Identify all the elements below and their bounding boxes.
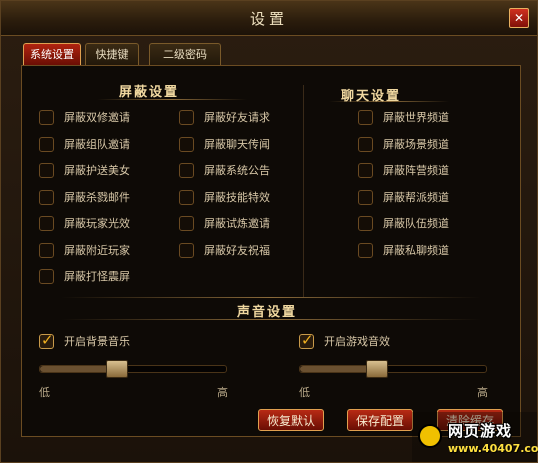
shield-option[interactable]: 屏蔽玩家光效 [39, 215, 179, 235]
sound-settings-heading: 声音设置 [237, 305, 298, 320]
chat-channel-checkbox[interactable] [358, 216, 373, 231]
shield-checkbox[interactable] [179, 136, 194, 152]
shield-option[interactable]: 屏蔽好友祝福 [179, 242, 319, 262]
shield-option[interactable]: 屏蔽组队邀请 [39, 136, 179, 156]
chat-channel-checkbox[interactable] [358, 110, 373, 125]
shield-checkbox[interactable] [179, 110, 194, 125]
bgm-volume-fill [40, 366, 117, 372]
shield-label: 屏蔽护送美女 [64, 164, 130, 177]
shield-label: 屏蔽好友祝福 [204, 243, 270, 257]
sfx-label: 开启游戏音效 [324, 335, 390, 348]
shield-label: 屏蔽好友请求 [204, 111, 270, 124]
chat-channel-option[interactable]: 屏蔽私聊频道 [358, 242, 498, 262]
divider-line [61, 297, 481, 298]
shield-option[interactable]: 屏蔽双修邀请 [39, 109, 179, 129]
shield-option[interactable]: 屏蔽打怪震屏 [39, 268, 179, 288]
chat-channel-label: 屏蔽阵营频道 [383, 164, 449, 177]
shield-checkbox[interactable] [39, 110, 54, 125]
shield-option[interactable]: 屏蔽试炼邀请 [179, 215, 319, 235]
shield-checkbox[interactable] [179, 189, 194, 205]
bgm-high-label: 高 [217, 386, 228, 399]
bgm-toggle[interactable]: 开启背景音乐 [39, 331, 179, 353]
tab-secondary-password[interactable]: 二级密码 [149, 43, 221, 65]
bgm-volume-slider[interactable] [39, 360, 227, 378]
window-title: 设置 [249, 10, 288, 28]
sfx-volume-thumb[interactable] [366, 360, 389, 378]
shield-settings-heading: 屏蔽设置 [119, 85, 180, 100]
tab-system-settings[interactable]: 系统设置 [23, 43, 81, 65]
chat-channel-label: 屏蔽帮派频道 [383, 190, 449, 204]
shield-label: 屏蔽杀戮邮件 [64, 190, 130, 204]
chat-channel-checkbox[interactable] [358, 189, 373, 205]
title-bar: 设置 ✕ [1, 1, 537, 36]
shield-option[interactable]: 屏蔽系统公告 [179, 162, 319, 182]
sfx-toggle[interactable]: 开启游戏音效 [299, 331, 439, 353]
divider-line [61, 319, 481, 320]
chat-channel-option[interactable]: 屏蔽帮派频道 [358, 189, 498, 209]
shield-option[interactable]: 屏蔽聊天传闻 [179, 136, 319, 156]
chat-settings-heading: 聊天设置 [341, 89, 402, 104]
shield-checkbox[interactable] [179, 163, 194, 178]
watermark-url: www.40407.com [448, 442, 538, 455]
chat-channel-option[interactable]: 屏蔽世界频道 [358, 109, 498, 129]
shield-checkbox[interactable] [39, 216, 54, 231]
sfx-volume-fill [300, 366, 377, 372]
sfx-low-label: 低 [299, 386, 310, 399]
shield-label: 屏蔽玩家光效 [64, 217, 130, 230]
shield-label: 屏蔽组队邀请 [64, 137, 130, 151]
shield-label: 屏蔽聊天传闻 [204, 137, 270, 151]
bgm-volume-thumb[interactable] [106, 360, 129, 378]
chat-channel-label: 屏蔽私聊频道 [383, 243, 449, 257]
shield-label: 屏蔽双修邀请 [64, 111, 130, 124]
shield-checkbox[interactable] [39, 269, 54, 284]
site-watermark: 网页游戏 www.40407.com [412, 412, 538, 462]
chat-channel-checkbox[interactable] [358, 242, 373, 258]
shield-option[interactable]: 屏蔽附近玩家 [39, 242, 179, 262]
save-config-button[interactable]: 保存配置 [347, 409, 413, 431]
shield-checkbox[interactable] [179, 242, 194, 258]
shield-checkbox[interactable] [39, 242, 54, 258]
sfx-checkbox[interactable] [299, 331, 314, 349]
chat-channel-label: 屏蔽场景频道 [383, 137, 449, 151]
chat-channel-checkbox[interactable] [358, 163, 373, 178]
shield-option[interactable]: 屏蔽技能特效 [179, 189, 319, 209]
shield-option[interactable]: 屏蔽护送美女 [39, 162, 179, 182]
chat-channel-option[interactable]: 屏蔽场景频道 [358, 136, 498, 156]
settings-window: 设置 ✕ 系统设置 快捷键 二级密码 屏蔽设置 聊天设置 屏蔽双修邀请 屏蔽组队邀… [0, 0, 538, 463]
restore-defaults-button[interactable]: 恢复默认 [258, 409, 324, 431]
chat-channel-option[interactable]: 屏蔽队伍频道 [358, 215, 498, 235]
chat-channel-checkbox[interactable] [358, 136, 373, 152]
sfx-high-label: 高 [477, 386, 488, 399]
shield-checkbox[interactable] [39, 163, 54, 178]
shield-label: 屏蔽系统公告 [204, 164, 270, 177]
shield-option[interactable]: 屏蔽好友请求 [179, 109, 319, 129]
close-button[interactable]: ✕ [509, 8, 529, 28]
watermark-title: 网页游戏 [448, 422, 513, 440]
sfx-volume-slider[interactable] [299, 360, 487, 378]
shield-label: 屏蔽打怪震屏 [64, 270, 130, 283]
shield-checkbox[interactable] [39, 189, 54, 205]
shield-label: 屏蔽试炼邀请 [204, 217, 270, 230]
bgm-label: 开启背景音乐 [64, 335, 130, 348]
shield-label: 屏蔽附近玩家 [64, 243, 130, 257]
bgm-low-label: 低 [39, 386, 50, 399]
tab-hotkeys[interactable]: 快捷键 [85, 43, 139, 65]
chat-channel-label: 屏蔽世界频道 [383, 111, 449, 124]
shield-label: 屏蔽技能特效 [204, 190, 270, 204]
shield-checkbox[interactable] [39, 136, 54, 152]
chat-channel-label: 屏蔽队伍频道 [383, 217, 449, 230]
bgm-checkbox[interactable] [39, 331, 54, 349]
mascot-icon [418, 424, 442, 448]
shield-option[interactable]: 屏蔽杀戮邮件 [39, 189, 179, 209]
shield-checkbox[interactable] [179, 216, 194, 231]
chat-channel-option[interactable]: 屏蔽阵营频道 [358, 162, 498, 182]
